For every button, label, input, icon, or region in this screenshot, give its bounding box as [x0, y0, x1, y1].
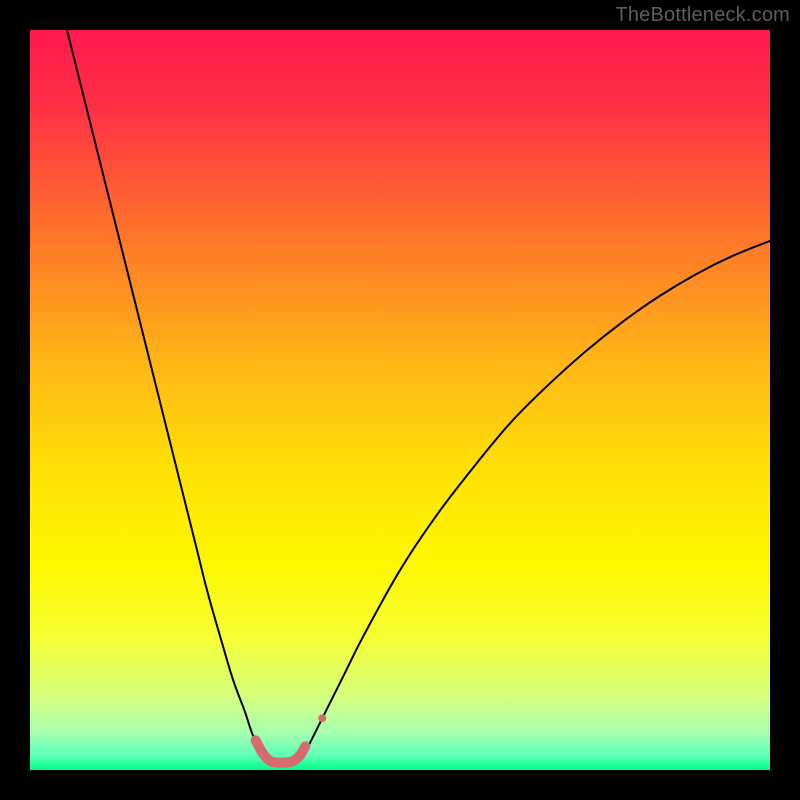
chart-frame: TheBottleneck.com: [0, 0, 800, 800]
plot-area: [30, 30, 770, 770]
watermark-text: TheBottleneck.com: [615, 4, 790, 27]
curve-left-branch: [67, 30, 265, 755]
marker-dot-right: [318, 714, 326, 722]
curve-valley-highlight: [256, 740, 306, 762]
curve-layer: [30, 30, 770, 770]
curve-right-branch: [304, 241, 770, 755]
